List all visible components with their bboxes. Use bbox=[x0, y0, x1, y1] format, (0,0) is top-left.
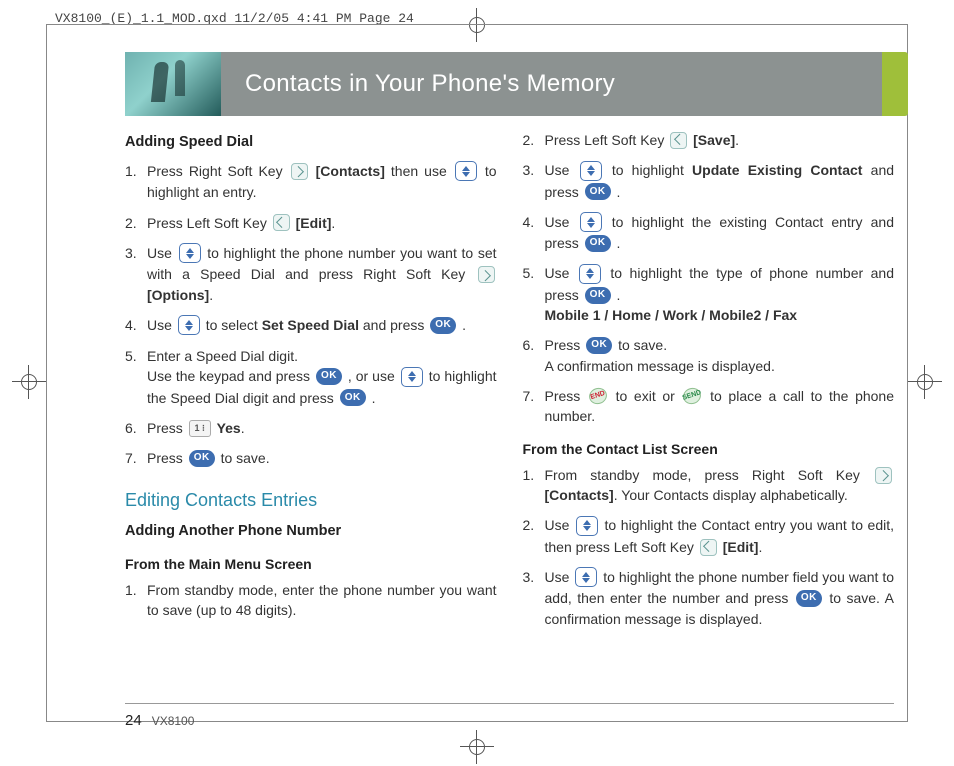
ok-key-icon: OK bbox=[316, 368, 342, 385]
body-content: Adding Speed Dial 1. Press Right Soft Ke… bbox=[125, 130, 894, 706]
heading-from-contact-list: From the Contact List Screen bbox=[523, 439, 895, 459]
navigation-key-icon bbox=[580, 161, 602, 181]
ok-key-icon: OK bbox=[430, 317, 456, 334]
page-footer: 24 VX8100 bbox=[125, 703, 894, 732]
ok-key-icon: OK bbox=[585, 287, 611, 304]
registration-mark-right bbox=[908, 365, 942, 399]
main-menu-steps: 1. From standby mode, enter the phone nu… bbox=[125, 580, 497, 621]
left-soft-key-icon bbox=[700, 539, 717, 556]
main-menu-steps-cont: 2. Press Left Soft Key [Save]. 3. Use to… bbox=[523, 130, 895, 427]
list-item: 1. Press Right Soft Key [Contacts] then … bbox=[125, 161, 497, 203]
list-item: 1. From standby mode, press Right Soft K… bbox=[523, 465, 895, 506]
list-item: 3. Use to highlight the phone number you… bbox=[125, 243, 497, 305]
list-item: 2. Press Left Soft Key [Save]. bbox=[523, 130, 895, 150]
end-key-icon: END bbox=[587, 386, 609, 407]
ok-key-icon: OK bbox=[340, 389, 366, 406]
navigation-key-icon bbox=[401, 367, 423, 387]
ok-key-icon: OK bbox=[189, 450, 215, 467]
list-item: 1. From standby mode, enter the phone nu… bbox=[125, 580, 497, 621]
list-item: 3. Use to highlight Update Existing Cont… bbox=[523, 160, 895, 202]
left-soft-key-icon bbox=[273, 214, 290, 231]
ok-key-icon: OK bbox=[585, 235, 611, 252]
list-item: 3. Use to highlight the phone number fie… bbox=[523, 567, 895, 629]
list-item: 6. Press 1 ⁝ Yes. bbox=[125, 418, 497, 438]
list-item: 4. Use to select Set Speed Dial and pres… bbox=[125, 315, 497, 336]
registration-mark-left bbox=[12, 365, 46, 399]
send-key-icon: SEND bbox=[681, 386, 703, 407]
speed-dial-steps: 1. Press Right Soft Key [Contacts] then … bbox=[125, 161, 497, 469]
right-soft-key-icon bbox=[291, 163, 308, 180]
banner-image bbox=[125, 52, 221, 116]
heading-adding-another-number: Adding Another Phone Number bbox=[125, 521, 497, 542]
banner-title: Contacts in Your Phone's Memory bbox=[221, 52, 882, 116]
heading-from-main-menu: From the Main Menu Screen bbox=[125, 554, 497, 574]
list-item: 4. Use to highlight the existing Contact… bbox=[523, 212, 895, 254]
ok-key-icon: OK bbox=[585, 183, 611, 200]
navigation-key-icon bbox=[455, 161, 477, 181]
registration-mark-bottom bbox=[460, 730, 494, 764]
page-number: 24 bbox=[125, 710, 142, 732]
list-item: 2. Press Left Soft Key [Edit]. bbox=[125, 213, 497, 233]
list-item: 7. Press END to exit or SEND to place a … bbox=[523, 386, 895, 427]
banner-accent bbox=[882, 52, 908, 116]
chapter-banner: Contacts in Your Phone's Memory bbox=[125, 52, 908, 116]
navigation-key-icon bbox=[579, 264, 601, 284]
list-item: 7. Press OK to save. bbox=[125, 448, 497, 468]
model-name: VX8100 bbox=[152, 713, 195, 730]
list-item: 5. Enter a Speed Dial digit. Use the key… bbox=[125, 346, 497, 408]
navigation-key-icon bbox=[178, 315, 200, 335]
ok-key-icon: OK bbox=[796, 590, 822, 607]
navigation-key-icon bbox=[580, 212, 602, 232]
left-soft-key-icon bbox=[670, 132, 687, 149]
list-item: 6. Press OK to save. A confirmation mess… bbox=[523, 335, 895, 376]
navigation-key-icon bbox=[576, 516, 598, 536]
list-item: 5. Use to highlight the type of phone nu… bbox=[523, 263, 895, 325]
right-soft-key-icon bbox=[875, 467, 892, 484]
navigation-key-icon bbox=[179, 243, 201, 263]
contact-list-steps: 1. From standby mode, press Right Soft K… bbox=[523, 465, 895, 629]
heading-editing-contacts: Editing Contacts Entries bbox=[125, 487, 497, 513]
heading-adding-speed-dial: Adding Speed Dial bbox=[125, 132, 497, 153]
list-item: 2. Use to highlight the Contact entry yo… bbox=[523, 515, 895, 557]
keypad-1-icon: 1 ⁝ bbox=[189, 420, 211, 437]
right-soft-key-icon bbox=[478, 266, 495, 283]
ok-key-icon: OK bbox=[586, 337, 612, 354]
navigation-key-icon bbox=[575, 567, 597, 587]
